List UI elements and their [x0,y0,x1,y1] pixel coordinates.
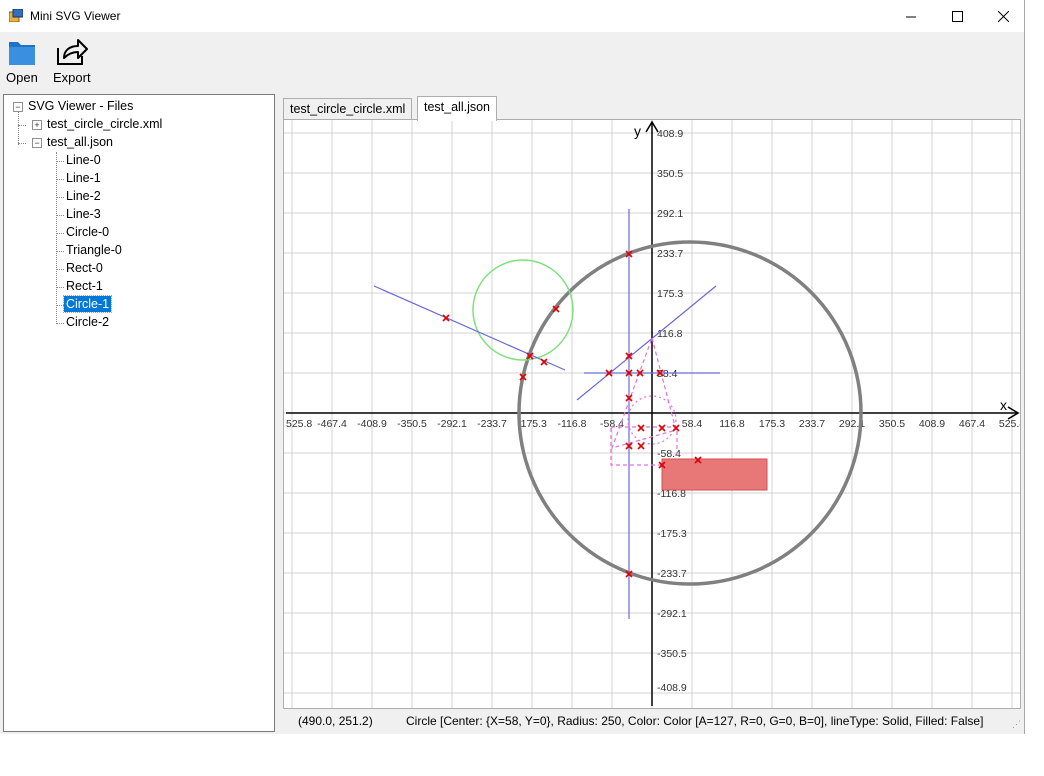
y-tick-label: 116.8 [657,328,683,340]
x-axis-label: x [1000,397,1007,413]
tab-test-circle-circle[interactable]: test_circle_circle.xml [283,98,413,120]
toolbar: Open Export [0,32,1024,92]
plot-svg[interactable]: x y 525.8 -467.4 -408.9 -350.5 -292.1 -233.7-… [284,120,1020,708]
file-tree[interactable]: − SVG Viewer - Files + test_circle_circl… [3,94,275,732]
point-marker [672,424,680,432]
folder-icon [8,42,35,65]
y-tick-label: 408.9 [657,128,683,140]
close-icon [997,10,1009,22]
resize-grip-icon[interactable]: ⋰ [1012,719,1021,730]
app-window: Mini SVG Viewer Open Export − SVG Viewer… [0,0,1025,734]
tree-root[interactable]: SVG Viewer - Files [26,98,135,114]
y-tick-label: 175.3 [657,288,683,300]
collapse-file-icon[interactable]: − [32,138,42,148]
maximize-button[interactable] [934,0,980,32]
tree-item-line-0[interactable]: Line-0 [64,152,103,168]
x-tick-label: -175.3 [517,418,547,430]
x-tick-label: 525.8 [286,418,312,430]
x-tick-label: -116.8 [558,418,587,430]
y-tick-label: -350.5 [657,648,687,660]
y-tick-label: 292.1 [657,208,683,220]
shape-rect-1[interactable] [661,458,768,491]
y-axis-label: y [634,123,641,139]
collapse-root-icon[interactable]: − [13,102,23,112]
tree-file-test-all[interactable]: test_all.json [45,134,115,150]
minimize-icon [905,16,916,17]
x-tick-label: 350.5 [879,418,905,430]
tree-item-line-2[interactable]: Line-2 [64,188,103,204]
tree-item-line-1[interactable]: Line-1 [64,170,103,186]
x-tick-label: -408.9 [357,418,387,430]
y-tick-label: -233.7 [657,568,687,580]
shape-line-0[interactable] [373,285,566,371]
y-tick-labels: 408.9350.5292.1233.7175.3116.858.4-58.4-… [657,128,687,694]
shape-triangle-0[interactable] [611,335,677,449]
y-tick-label: 233.7 [657,248,683,260]
x-tick-label: 467.4 [959,418,985,430]
window-title: Mini SVG Viewer [30,9,121,23]
tree-item-circle-1[interactable]: Circle-1 [62,295,113,313]
point-marker [637,424,645,432]
x-tick-label: 408.9 [919,418,945,430]
tree-item-line-3[interactable]: Line-3 [64,206,103,222]
open-button[interactable]: Open [6,36,38,90]
viewer-pane: test_circle_circle.xml test_all.json x y… [280,94,1023,734]
x-tick-label: -350.5 [397,418,427,430]
x-tick-label: -233.7 [477,418,507,430]
x-tick-label: 175.3 [759,418,785,430]
x-tick-label: 116.8 [719,418,745,430]
tree-file-test-circle-circle[interactable]: test_circle_circle.xml [45,116,164,132]
y-tick-label: -292.1 [657,608,687,620]
title-bar: Mini SVG Viewer [0,0,1024,32]
expand-file-icon[interactable]: + [32,120,42,130]
x-tick-label: -292.1 [437,418,467,430]
x-tick-label: -58.4 [600,418,624,430]
export-button[interactable]: Export [53,36,91,90]
status-bar: (490.0, 251.2) Circle [Center: {X=58, Y=… [283,708,1023,732]
maximize-icon [951,10,963,22]
export-icon [56,39,88,65]
tab-test-all[interactable]: test_all.json [417,96,498,121]
x-tick-label: 525.8 [999,418,1020,430]
status-coordinates: (490.0, 251.2) [298,714,373,728]
minimize-button[interactable] [888,0,934,32]
tree-item-circle-2[interactable]: Circle-2 [64,314,111,330]
shape-line-1[interactable] [576,285,717,401]
open-label: Open [6,70,38,85]
y-tick-label: -175.3 [657,528,687,540]
status-shape-info: Circle [Center: {X=58, Y=0}, Radius: 250… [406,714,984,728]
y-tick-label: -408.9 [657,682,687,694]
export-label: Export [53,70,91,85]
tree-item-triangle-0[interactable]: Triangle-0 [64,242,124,258]
point-marker [637,442,645,450]
tree-item-circle-0[interactable]: Circle-0 [64,224,111,240]
close-button[interactable] [980,0,1026,32]
tree-item-rect-1[interactable]: Rect-1 [64,278,105,294]
x-tick-label: -467.4 [317,418,347,430]
x-tick-labels: 525.8 -467.4 -408.9 -350.5 -292.1 -233.7 -175.… [286,418,1020,430]
x-tick-label: 233.7 [799,418,825,430]
app-icon [9,9,23,22]
y-tick-label: 350.5 [657,168,683,180]
x-tick-label: 58.4 [682,418,703,430]
point-marker [658,424,666,432]
tree-item-rect-0[interactable]: Rect-0 [64,260,105,276]
svg-canvas[interactable]: x y 525.8 -467.4 -408.9 -350.5 -292.1 -233.7-… [283,119,1021,709]
shapes [373,209,863,619]
